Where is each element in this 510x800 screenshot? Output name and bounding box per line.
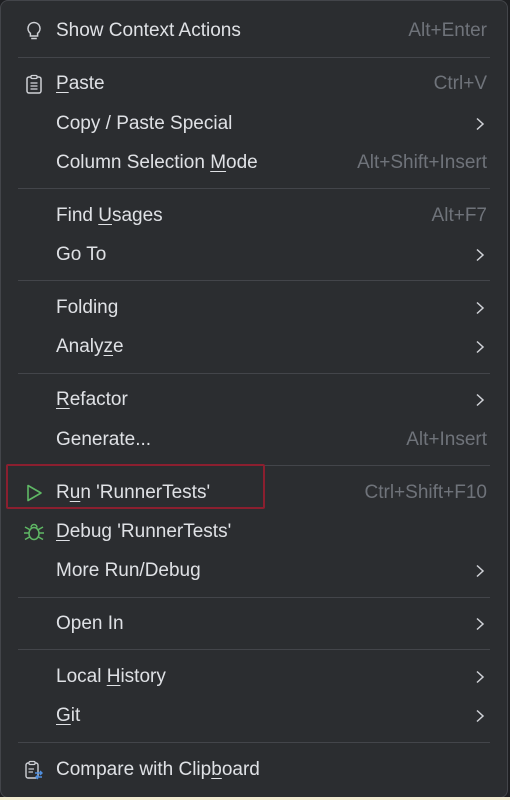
menu-item-label: Find Usages: [56, 205, 163, 226]
menu-item-label: Generate...: [56, 429, 152, 450]
run-item-highlight-box: [6, 464, 265, 509]
separator: [18, 188, 490, 189]
context-menu: Show Context Actions Alt+Enter Paste Ctr…: [0, 0, 508, 798]
menu-item-label: Refactor: [56, 389, 128, 410]
chevron-right-icon: [476, 340, 485, 354]
menu-item-label: Compare with Clipboard: [56, 759, 260, 780]
menu-item-column-selection-mode[interactable]: Column Selection Mode Alt+Shift+Insert: [9, 146, 499, 180]
menu-item-analyze[interactable]: Analyze: [9, 330, 499, 364]
menu-item-refactor[interactable]: Refactor: [9, 383, 499, 417]
menu-item-local-history[interactable]: Local History: [9, 660, 499, 694]
menu-item-debug-runnertests[interactable]: Debug 'RunnerTests': [9, 515, 499, 549]
menu-item-label: More Run/Debug: [56, 560, 201, 581]
menu-item-go-to[interactable]: Go To: [9, 238, 499, 272]
menu-item-open-in[interactable]: Open In: [9, 607, 499, 641]
separator: [18, 597, 490, 598]
menu-item-generate[interactable]: Generate... Alt+Insert: [9, 423, 499, 457]
bug-icon: [23, 521, 45, 543]
menu-item-label: Open In: [56, 613, 124, 634]
chevron-right-icon: [476, 670, 485, 684]
menu-item-compare-with-clipboard[interactable]: Compare with Clipboard: [9, 753, 499, 787]
menu-item-label: Go To: [56, 244, 107, 265]
menu-item-git[interactable]: Git: [9, 699, 499, 733]
menu-item-label: Git: [56, 705, 81, 726]
menu-item-label: Copy / Paste Special: [56, 113, 233, 134]
menu-item-label: Local History: [56, 666, 166, 687]
menu-item-paste[interactable]: Paste Ctrl+V: [9, 67, 499, 101]
menu-item-show-context-actions[interactable]: Show Context Actions Alt+Enter: [9, 14, 499, 48]
menu-item-copy-paste-special[interactable]: Copy / Paste Special: [9, 107, 499, 141]
menu-item-label: Show Context Actions: [56, 20, 241, 41]
menu-item-folding[interactable]: Folding: [9, 291, 499, 325]
chevron-right-icon: [476, 248, 485, 262]
separator: [18, 280, 490, 281]
menu-item-shortcut: Alt+Insert: [406, 429, 487, 450]
menu-item-label: Paste: [56, 73, 105, 94]
menu-item-shortcut: Alt+Shift+Insert: [357, 152, 487, 173]
lightbulb-icon: [23, 20, 45, 42]
chevron-right-icon: [476, 117, 485, 131]
menu-item-shortcut: Ctrl+V: [433, 73, 487, 94]
chevron-right-icon: [476, 564, 485, 578]
menu-item-label: Debug 'RunnerTests': [56, 521, 232, 542]
clipboard-icon: [23, 73, 45, 95]
menu-item-shortcut: Alt+F7: [431, 205, 487, 226]
menu-item-label: Analyze: [56, 336, 124, 357]
menu-item-find-usages[interactable]: Find Usages Alt+F7: [9, 199, 499, 233]
chevron-right-icon: [476, 709, 485, 723]
menu-item-label: Column Selection Mode: [56, 152, 258, 173]
chevron-right-icon: [476, 393, 485, 407]
separator: [18, 373, 490, 374]
separator: [18, 742, 490, 743]
chevron-right-icon: [476, 301, 485, 315]
menu-item-label: Folding: [56, 297, 119, 318]
separator: [18, 57, 490, 58]
chevron-right-icon: [476, 617, 485, 631]
menu-item-more-run-debug[interactable]: More Run/Debug: [9, 554, 499, 588]
compare-clipboard-icon: [23, 759, 45, 781]
menu-item-shortcut: Ctrl+Shift+F10: [364, 482, 488, 503]
menu-item-shortcut: Alt+Enter: [408, 20, 487, 41]
separator: [18, 649, 490, 650]
